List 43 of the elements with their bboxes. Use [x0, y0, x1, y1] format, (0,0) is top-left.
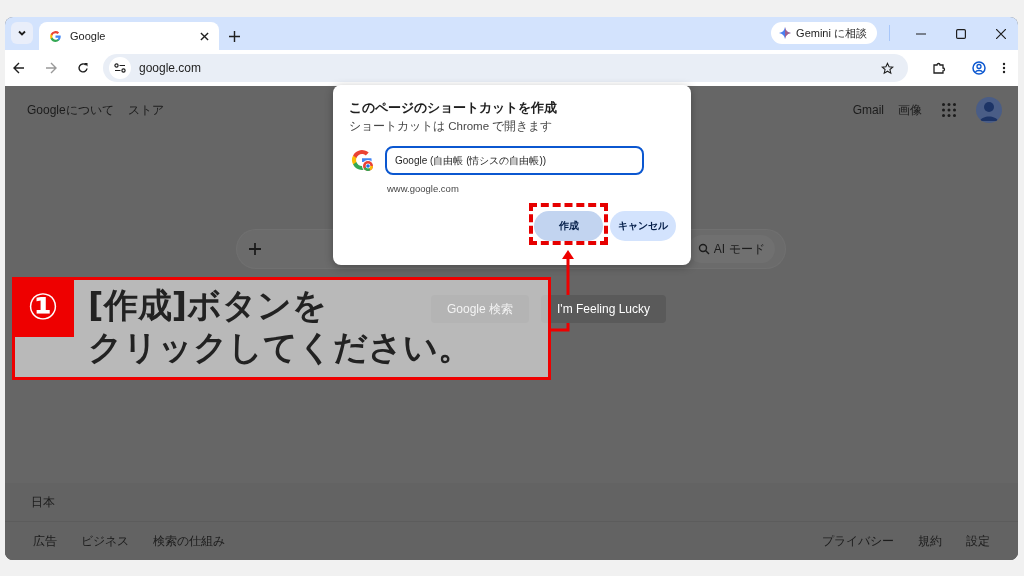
create-button[interactable]: 作成 — [534, 211, 603, 241]
google-logo-icon — [49, 29, 62, 43]
profile-icon[interactable] — [972, 61, 986, 75]
forward-icon[interactable] — [45, 62, 57, 74]
footer-link[interactable]: 規約 — [918, 532, 942, 550]
browser-tab[interactable]: Google — [39, 22, 219, 50]
cancel-button[interactable]: キャンセル — [610, 211, 676, 241]
site-info-icon[interactable] — [109, 57, 131, 79]
footer-link[interactable]: 検索の仕組み — [153, 532, 225, 550]
footer-link[interactable]: 設定 — [966, 532, 990, 550]
header-link[interactable]: 画像 — [898, 101, 922, 119]
footer-link[interactable]: ビジネス — [81, 532, 129, 550]
sparkle-icon — [779, 27, 792, 39]
header-link[interactable]: ストア — [127, 101, 164, 119]
new-tab-icon[interactable] — [229, 31, 240, 42]
back-icon[interactable] — [13, 62, 25, 74]
close-icon[interactable] — [200, 31, 209, 41]
dialog-subtitle: ショートカットは Chrome で開きます — [349, 119, 554, 134]
header-link[interactable]: Gmail — [852, 103, 884, 117]
footer-link[interactable]: プライバシー — [822, 532, 894, 550]
callout-text-line: [作成]ボタンを — [88, 284, 328, 326]
dialog-title: このページのショートカットを作成 — [349, 99, 558, 117]
close-icon — [996, 29, 1006, 39]
callout-text-line: クリックしてください。 — [88, 326, 472, 368]
header-link[interactable]: Googleについて — [27, 101, 114, 119]
gemini-button[interactable]: Gemini に相談 — [771, 22, 877, 44]
maximize-icon — [956, 29, 966, 39]
shortcut-url: www.google.com — [387, 183, 460, 194]
footer-link[interactable]: 広告 — [33, 532, 57, 550]
site-icon — [350, 148, 375, 173]
search-button[interactable]: Google 検索 — [431, 295, 529, 323]
star-icon[interactable] — [881, 61, 894, 75]
footer-region: 日本 — [31, 493, 55, 511]
tab-list-button[interactable] — [11, 22, 33, 44]
puzzle-icon[interactable] — [932, 61, 946, 75]
reload-icon[interactable] — [77, 62, 89, 74]
apps-grid-icon[interactable] — [942, 103, 956, 117]
shortcut-name-field[interactable]: Google (自由帳 (情シスの自由帳)) — [385, 146, 644, 175]
chevron-down-icon — [17, 28, 27, 38]
plus-icon[interactable] — [248, 243, 261, 255]
search-button[interactable]: I'm Feeling Lucky — [541, 295, 666, 323]
menu-icon[interactable] — [1002, 62, 1006, 74]
step-number: ① — [12, 277, 74, 337]
